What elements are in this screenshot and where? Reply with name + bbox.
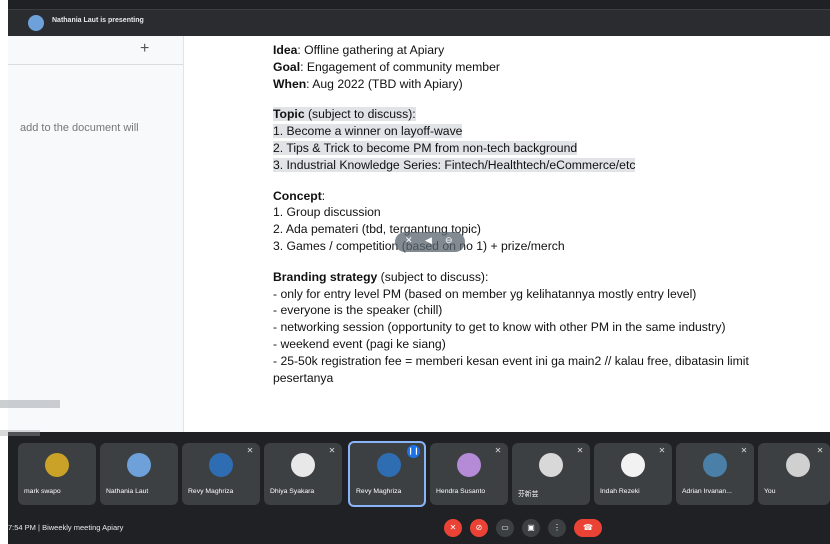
avatar xyxy=(377,453,401,477)
branding-note: (subject to discuss): xyxy=(377,269,489,284)
participant-name: Adrian Irvanan... xyxy=(682,488,732,495)
mic-off-icon[interactable]: ✕ xyxy=(405,235,413,246)
shared-document: + add to the document will Idea: Offline… xyxy=(8,36,830,432)
leave-call-button[interactable]: ☎ xyxy=(574,519,602,537)
avatar xyxy=(621,453,645,477)
speaker-icon[interactable]: ◀ xyxy=(425,235,432,246)
presenting-label: Nathania Laut is presenting xyxy=(52,17,144,24)
clock: 7:54 PM xyxy=(8,523,36,532)
mic-toggle-button[interactable]: ✕ xyxy=(444,519,462,537)
mic-off-icon: ✕ xyxy=(494,446,502,455)
mic-off-icon: ✕ xyxy=(246,446,254,455)
participant-tile[interactable]: ✕ Hendra Susanto xyxy=(430,443,508,505)
more-options-button[interactable]: ⋮ xyxy=(548,519,566,537)
branding-heading: Branding strategy (subject to discuss): xyxy=(273,269,749,286)
mic-off-icon: ✕ xyxy=(740,446,748,455)
mic-off-icon: ✕ xyxy=(816,446,824,455)
idea-value: : Offline gathering at Apiary xyxy=(297,43,445,57)
when-line: When: Aug 2022 (TBD with Apiary) xyxy=(273,76,749,93)
left-edge xyxy=(0,0,60,544)
avatar xyxy=(457,453,481,477)
branding-item: - networking session (opportunity to get… xyxy=(273,320,726,335)
avatar xyxy=(703,453,727,477)
participant-name: Nathania Laut xyxy=(106,488,149,495)
avatar xyxy=(539,453,563,477)
meeting-info: 7:54 PM | Biweekly meeting Apiary xyxy=(8,523,124,532)
participant-tile[interactable]: ✕ Adrian Irvanan... xyxy=(676,443,754,505)
branding-item: - weekend event (pagi ke siang) xyxy=(273,336,446,351)
topic-note: (subject to discuss): xyxy=(304,107,416,122)
sidebar-divider xyxy=(8,64,183,65)
more-icon[interactable]: ⊖ xyxy=(445,235,453,246)
participant-tile[interactable]: ✕ Revy Maghriza xyxy=(182,443,260,505)
topic-item: 2. Tips & Trick to become PM from non-te… xyxy=(273,140,578,155)
concept-heading: Concept: xyxy=(273,188,326,203)
meeting-controls-bar: 7:54 PM | Biweekly meeting Apiary ✕ ⊘ ▭ … xyxy=(8,512,830,544)
branding-item: - everyone is the speaker (chill) xyxy=(273,303,443,318)
concept-label: Concept xyxy=(273,188,322,203)
present-button[interactable]: ▣ xyxy=(522,519,540,537)
document-sidebar: + add to the document will xyxy=(8,36,184,432)
when-label: When xyxy=(273,76,307,91)
participant-tile[interactable]: ✕ Dhiya Syakara xyxy=(264,443,342,505)
participant-tile[interactable]: ✕ Indah Rezeki xyxy=(594,443,672,505)
avatar xyxy=(45,453,69,477)
avatar xyxy=(291,453,315,477)
goal-label: Goal xyxy=(273,59,301,74)
avatar xyxy=(209,453,233,477)
participant-name: mark swapo xyxy=(24,488,61,495)
branding-item: - only for entry level PM (based on memb… xyxy=(273,286,697,301)
concept-item: 1. Group discussion xyxy=(273,205,381,220)
participant-tile[interactable]: mark swapo xyxy=(18,443,96,505)
concept-item: 3. Games / competition (based on no 1) +… xyxy=(273,238,565,253)
idea-line: Idea: Offline gathering at Apiary xyxy=(273,42,749,59)
meet-window: Nathania Laut is presenting + add to the… xyxy=(0,0,830,544)
participant-tile[interactable]: Nathania Laut xyxy=(100,443,178,505)
when-value: : Aug 2022 (TBD with Apiary) xyxy=(306,76,463,91)
presenting-bar: Nathania Laut is presenting xyxy=(8,9,830,36)
participant-name: You xyxy=(764,488,776,495)
add-icon: + xyxy=(140,40,150,57)
sidebar-text: add to the document will xyxy=(20,122,139,134)
avatar xyxy=(127,453,151,477)
branding-label: Branding strategy xyxy=(273,269,378,284)
presenter-mini-controls[interactable]: ✕ ◀ ⊖ xyxy=(395,232,465,252)
mic-off-icon: ✕ xyxy=(576,446,584,455)
speaking-icon: ❙❙ xyxy=(407,445,420,458)
branding-item: - 25-50k registration fee = memberi kesa… xyxy=(273,353,749,368)
topic-item: 3. Industrial Knowledge Series: Fintech/… xyxy=(273,157,636,172)
participant-name: Revy Maghriza xyxy=(188,488,234,495)
meeting-title: Biweekly meeting Apiary xyxy=(42,523,124,532)
topic-label: Topic xyxy=(273,107,305,122)
participant-strip: mark swapo Nathania Laut ✕ Revy Maghriza… xyxy=(8,441,830,507)
participant-tile-self[interactable]: ✕ You xyxy=(758,443,830,505)
document-body: Idea: Offline gathering at Apiary Goal: … xyxy=(273,42,749,386)
participant-name: 芬新芸 xyxy=(518,491,539,498)
topic-item: 1. Become a winner on layoff-wave xyxy=(273,124,463,139)
participant-name: Indah Rezeki xyxy=(600,488,640,495)
concept-item: 2. Ada pemateri (tbd, tergantung topic) xyxy=(273,222,481,237)
participant-tile[interactable]: ✕ 芬新芸 xyxy=(512,443,590,505)
goal-value: : Engagement of community member xyxy=(300,59,500,74)
participant-name: Revy Maghriza xyxy=(356,488,402,495)
captions-button[interactable]: ▭ xyxy=(496,519,514,537)
presenter-avatar xyxy=(28,15,44,31)
idea-label: Idea xyxy=(273,43,298,57)
participant-name: Dhiya Syakara xyxy=(270,488,315,495)
branding-item: pesertanya xyxy=(273,370,334,385)
participant-name: Hendra Susanto xyxy=(436,488,486,495)
goal-line: Goal: Engagement of community member xyxy=(273,59,749,76)
mic-off-icon: ✕ xyxy=(658,446,666,455)
camera-toggle-button[interactable]: ⊘ xyxy=(470,519,488,537)
topic-heading: Topic (subject to discuss): xyxy=(273,106,749,123)
mic-off-icon: ✕ xyxy=(328,446,336,455)
participant-tile-active[interactable]: ❙❙ Revy Maghriza xyxy=(348,441,426,507)
avatar xyxy=(786,453,810,477)
